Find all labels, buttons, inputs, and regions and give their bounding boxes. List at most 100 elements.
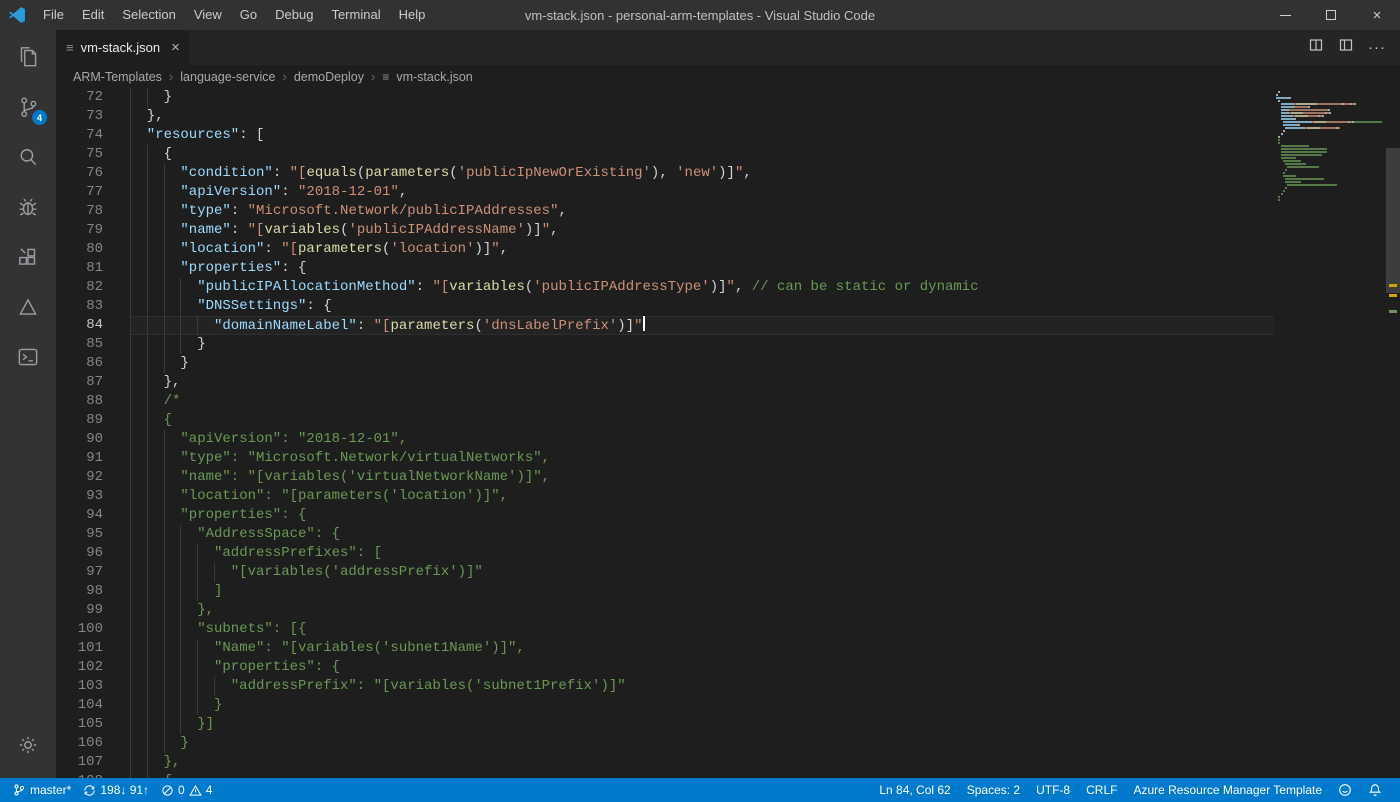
line-number-73[interactable]: 73 <box>56 107 103 126</box>
code-line-85[interactable]: } <box>130 335 1274 354</box>
line-number-89[interactable]: 89 <box>56 411 103 430</box>
code-line-99[interactable]: }, <box>130 601 1274 620</box>
menu-terminal[interactable]: Terminal <box>322 0 389 30</box>
line-number-87[interactable]: 87 <box>56 373 103 392</box>
line-number-72[interactable]: 72 <box>56 88 103 107</box>
scrollbar[interactable] <box>1386 88 1400 778</box>
line-number-91[interactable]: 91 <box>56 449 103 468</box>
feedback-smiley-icon[interactable] <box>1330 783 1360 797</box>
code-line-77[interactable]: "apiVersion": "2018-12-01", <box>130 183 1274 202</box>
scrollbar-thumb[interactable] <box>1386 148 1400 293</box>
menu-file[interactable]: File <box>34 0 73 30</box>
close-button[interactable]: × <box>1354 0 1400 30</box>
code-line-84[interactable]: "domainNameLabel": "[parameters('dnsLabe… <box>130 316 1274 335</box>
menu-go[interactable]: Go <box>231 0 266 30</box>
code-line-76[interactable]: "condition": "[equals(parameters('public… <box>130 164 1274 183</box>
language-mode[interactable]: Azure Resource Manager Template <box>1125 783 1330 797</box>
line-number-98[interactable]: 98 <box>56 582 103 601</box>
code-line-82[interactable]: "publicIPAllocationMethod": "[variables(… <box>130 278 1274 297</box>
line-number-102[interactable]: 102 <box>56 658 103 677</box>
line-number-74[interactable]: 74 <box>56 126 103 145</box>
code-line-75[interactable]: { <box>130 145 1274 164</box>
breadcrumb-item-language-service[interactable]: language-service <box>180 70 275 84</box>
line-number-86[interactable]: 86 <box>56 354 103 373</box>
code-line-104[interactable]: } <box>130 696 1274 715</box>
line-number-83[interactable]: 83 <box>56 297 103 316</box>
code-line-83[interactable]: "DNSSettings": { <box>130 297 1274 316</box>
line-number-85[interactable]: 85 <box>56 335 103 354</box>
line-number-82[interactable]: 82 <box>56 278 103 297</box>
menu-edit[interactable]: Edit <box>73 0 113 30</box>
code-line-108[interactable]: { <box>130 772 1274 778</box>
split-editor-icon[interactable] <box>1308 37 1324 58</box>
code-line-92[interactable]: "name": "[variables('virtualNetworkName'… <box>130 468 1274 487</box>
line-number-106[interactable]: 106 <box>56 734 103 753</box>
menu-view[interactable]: View <box>185 0 231 30</box>
azure-icon[interactable] <box>0 282 56 332</box>
line-number-78[interactable]: 78 <box>56 202 103 221</box>
code-line-89[interactable]: { <box>130 411 1274 430</box>
maximize-button[interactable] <box>1308 0 1354 30</box>
line-number-95[interactable]: 95 <box>56 525 103 544</box>
branch-status[interactable]: master* <box>6 778 77 802</box>
line-number-104[interactable]: 104 <box>56 696 103 715</box>
code-line-79[interactable]: "name": "[variables('publicIPAddressName… <box>130 221 1274 240</box>
line-number-93[interactable]: 93 <box>56 487 103 506</box>
code-line-80[interactable]: "location": "[parameters('location')]", <box>130 240 1274 259</box>
more-actions-icon[interactable]: ··· <box>1368 44 1386 52</box>
line-number-92[interactable]: 92 <box>56 468 103 487</box>
line-number-97[interactable]: 97 <box>56 563 103 582</box>
explorer-icon[interactable] <box>0 32 56 82</box>
extensions-icon[interactable] <box>0 232 56 282</box>
code-line-105[interactable]: }] <box>130 715 1274 734</box>
line-number-88[interactable]: 88 <box>56 392 103 411</box>
code-line-97[interactable]: "[variables('addressPrefix')]" <box>130 563 1274 582</box>
code-line-107[interactable]: }, <box>130 753 1274 772</box>
menu-help[interactable]: Help <box>390 0 435 30</box>
code-line-95[interactable]: "AddressSpace": { <box>130 525 1274 544</box>
code-line-91[interactable]: "type": "Microsoft.Network/virtualNetwor… <box>130 449 1274 468</box>
code-line-74[interactable]: "resources": [ <box>130 126 1274 145</box>
sync-status[interactable]: 198↓ 91↑ <box>77 778 155 802</box>
line-number-81[interactable]: 81 <box>56 259 103 278</box>
line-number-96[interactable]: 96 <box>56 544 103 563</box>
gutter[interactable]: 7273747576777879808182838485868788899091… <box>56 88 130 778</box>
indentation[interactable]: Spaces: 2 <box>959 783 1028 797</box>
code-line-81[interactable]: "properties": { <box>130 259 1274 278</box>
menu-selection[interactable]: Selection <box>113 0 184 30</box>
terminal-icon[interactable] <box>0 332 56 382</box>
search-icon[interactable] <box>0 132 56 182</box>
code-line-98[interactable]: ] <box>130 582 1274 601</box>
code-line-86[interactable]: } <box>130 354 1274 373</box>
code-line-100[interactable]: "subnets": [{ <box>130 620 1274 639</box>
tab-vm-stack-json[interactable]: ≡ vm-stack.json × <box>56 30 190 65</box>
line-number-77[interactable]: 77 <box>56 183 103 202</box>
editor-layout-icon[interactable] <box>1338 37 1354 58</box>
minimize-button[interactable] <box>1262 0 1308 30</box>
line-number-103[interactable]: 103 <box>56 677 103 696</box>
line-number-108[interactable]: 108 <box>56 772 103 778</box>
code-line-90[interactable]: "apiVersion": "2018-12-01", <box>130 430 1274 449</box>
cursor-position[interactable]: Ln 84, Col 62 <box>871 783 958 797</box>
code-line-93[interactable]: "location": "[parameters('location')]", <box>130 487 1274 506</box>
line-number-101[interactable]: 101 <box>56 639 103 658</box>
code-line-87[interactable]: }, <box>130 373 1274 392</box>
menu-debug[interactable]: Debug <box>266 0 322 30</box>
line-number-94[interactable]: 94 <box>56 506 103 525</box>
code-line-72[interactable]: } <box>130 88 1274 107</box>
code-line-103[interactable]: "addressPrefix": "[variables('subnet1Pre… <box>130 677 1274 696</box>
tab-close-icon[interactable]: × <box>171 40 180 55</box>
line-number-79[interactable]: 79 <box>56 221 103 240</box>
code-line-106[interactable]: } <box>130 734 1274 753</box>
breadcrumb-item-vm-stack.json[interactable]: vm-stack.json <box>396 70 472 84</box>
code-line-88[interactable]: /* <box>130 392 1274 411</box>
line-number-76[interactable]: 76 <box>56 164 103 183</box>
code-lines[interactable]: }},"resources": [{"condition": "[equals(… <box>130 88 1274 778</box>
encoding[interactable]: UTF-8 <box>1028 783 1078 797</box>
line-number-99[interactable]: 99 <box>56 601 103 620</box>
code-line-94[interactable]: "properties": { <box>130 506 1274 525</box>
code-line-96[interactable]: "addressPrefixes": [ <box>130 544 1274 563</box>
debug-icon[interactable] <box>0 182 56 232</box>
code-line-101[interactable]: "Name": "[variables('subnet1Name')]", <box>130 639 1274 658</box>
notifications-bell-icon[interactable] <box>1360 783 1390 797</box>
